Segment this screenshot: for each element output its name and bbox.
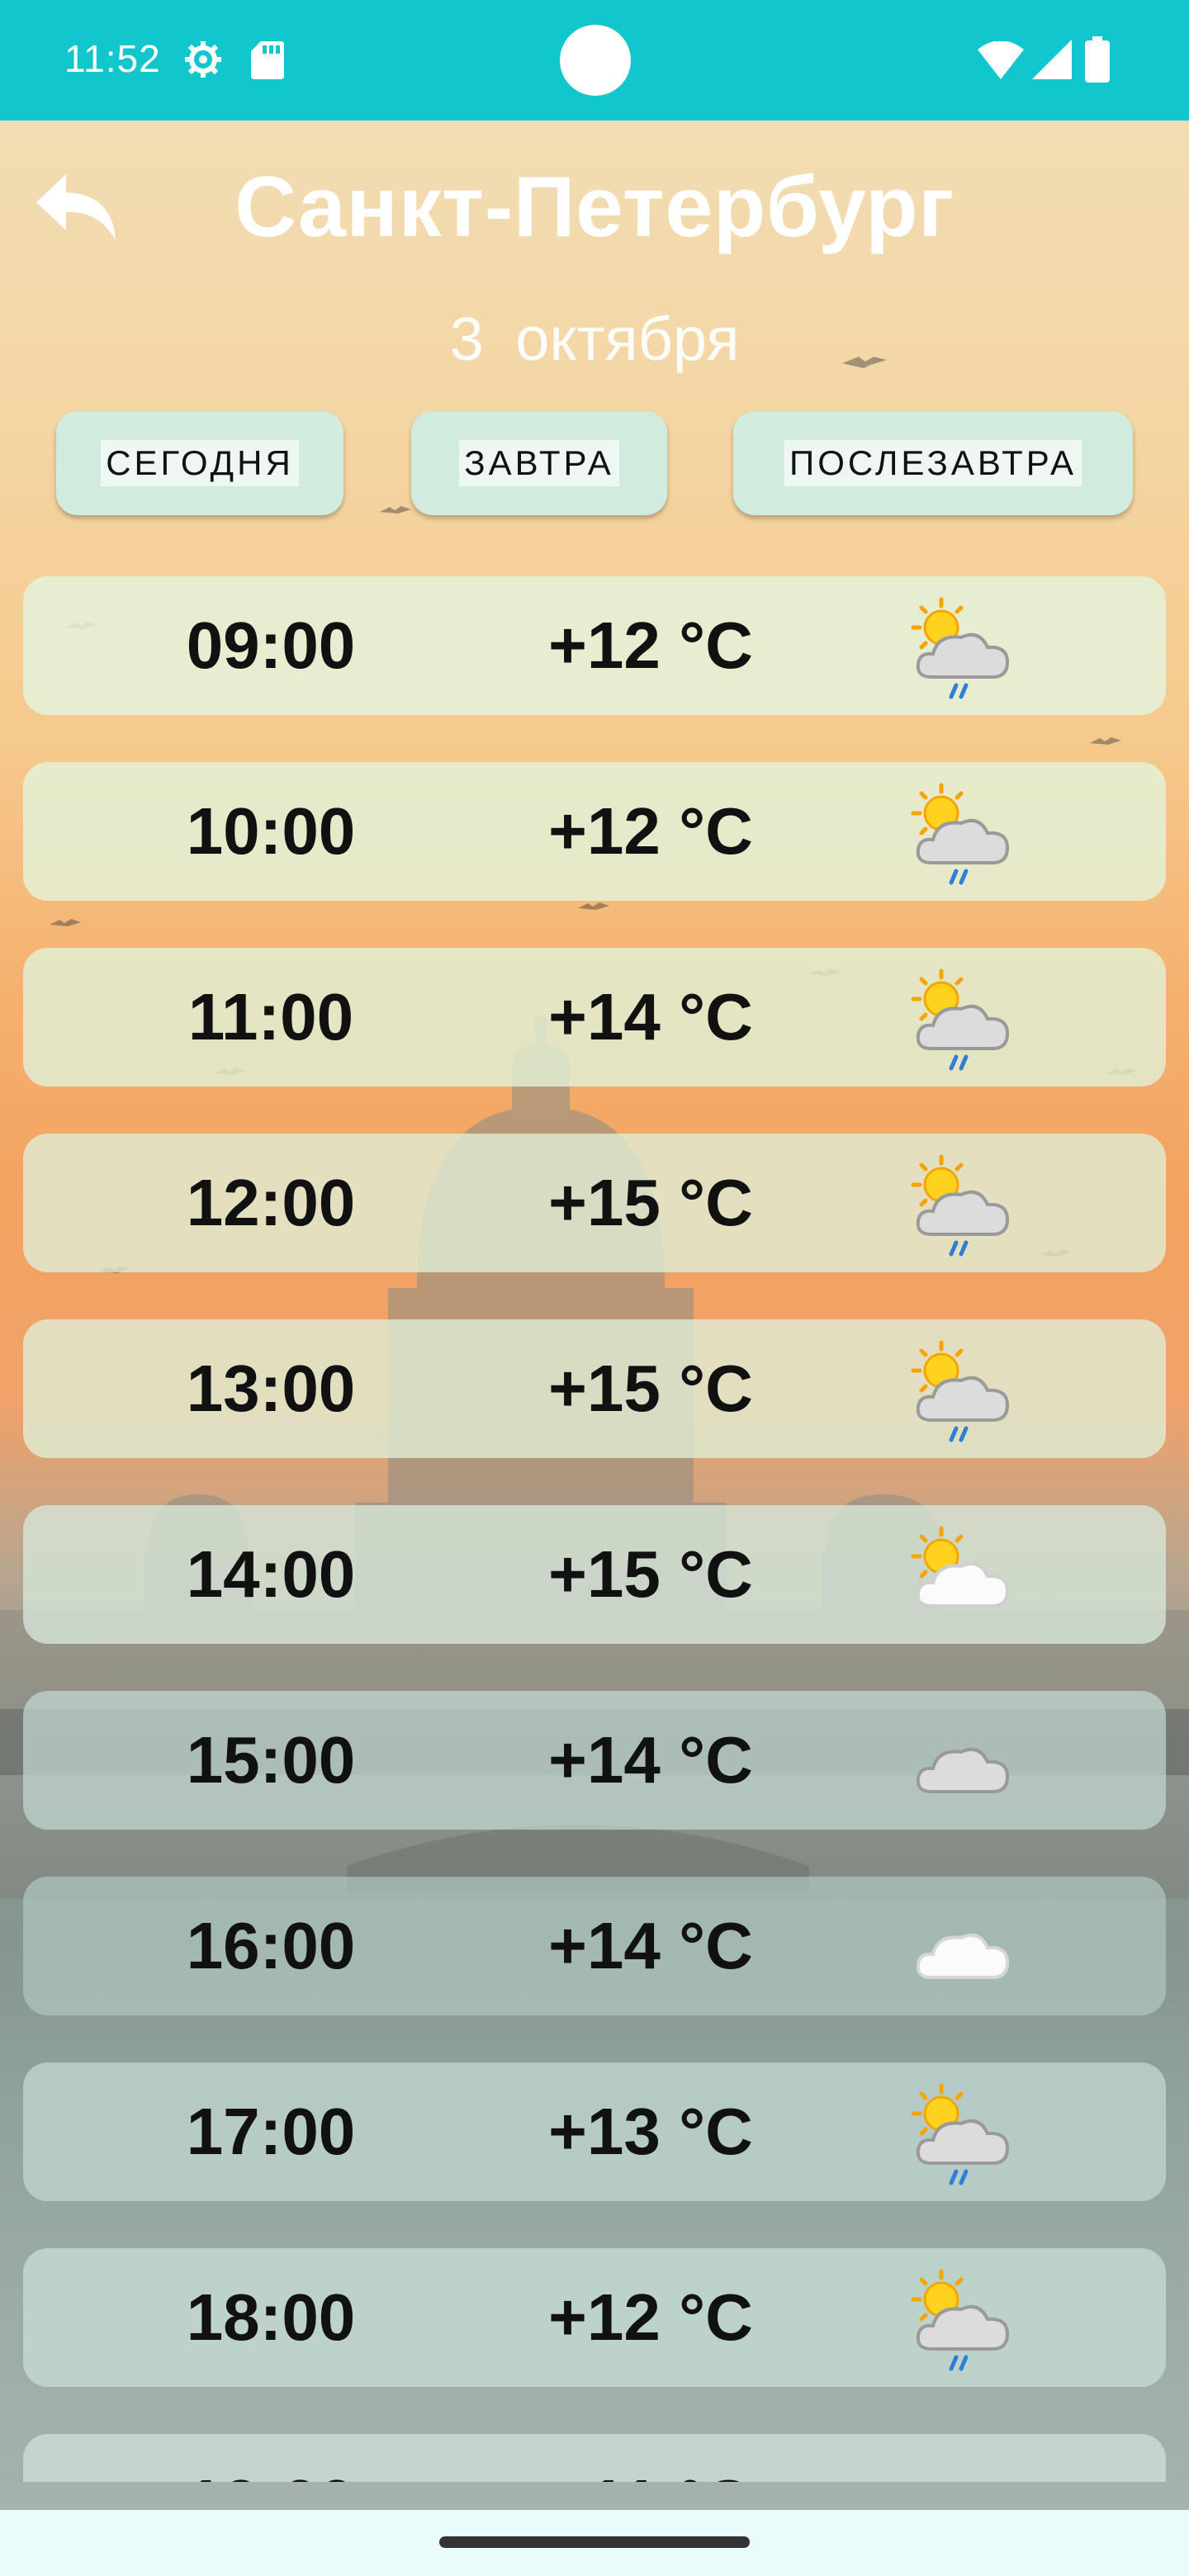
forecast-temperature: +14 °C: [548, 1909, 753, 1982]
tab-today-label: СЕГОДНЯ: [101, 440, 299, 486]
sun-cloud-icon: [911, 1526, 1010, 1608]
forecast-temperature: +15 °C: [548, 1352, 753, 1425]
sun-cloud-rain-icon: [911, 1154, 1010, 1257]
signal-icon: [1032, 40, 1072, 79]
back-arrow-icon[interactable]: [33, 169, 119, 244]
forecast-time: 15:00: [186, 1723, 356, 1797]
forecast-temperature: +12 °C: [548, 794, 753, 868]
forecast-row[interactable]: 10:00 +12 °C: [23, 762, 1166, 901]
forecast-time: 11:00: [187, 980, 354, 1054]
forecast-temperature: +12 °C: [548, 608, 753, 682]
forecast-row[interactable]: 18:00 +12 °C: [23, 2248, 1166, 2387]
forecast-temperature: +13 °C: [548, 2095, 753, 2168]
forecast-temperature: +12 °C: [548, 2280, 753, 2354]
sun-cloud-rain-icon: [911, 783, 1010, 885]
sd-card-icon: [251, 41, 284, 79]
forecast-time: 09:00: [186, 608, 356, 682]
forecast-time: 14:00: [186, 1537, 356, 1611]
forecast-time: 19:00: [23, 2434, 477, 2482]
tab-today[interactable]: СЕГОДНЯ: [56, 411, 343, 515]
sun-cloud-rain-icon: [911, 1340, 1010, 1442]
tab-day-after-label: ПОСЛЕЗАВТРА: [784, 440, 1082, 486]
forecast-temperature: +15 °C: [548, 1537, 753, 1611]
forecast-time: 17:00: [186, 2095, 356, 2168]
forecast-time: 13:00: [186, 1352, 356, 1425]
forecast-time: 10:00: [186, 794, 356, 868]
forecast-list[interactable]: 09:00 +12 °C 10:00 +12 °C 11:00 +14 °C 12:00 +1…: [23, 576, 1166, 2482]
tab-day-after-tomorrow[interactable]: ПОСЛЕЗАВТРА: [733, 411, 1133, 515]
tab-tomorrow-label: ЗАВТРА: [459, 440, 619, 486]
sun-cloud-rain-icon: [911, 2083, 1010, 2185]
forecast-row[interactable]: 14:00 +15 °C: [23, 1505, 1166, 1644]
forecast-row[interactable]: 12:00 +15 °C: [23, 1134, 1166, 1272]
forecast-time: 18:00: [186, 2280, 356, 2354]
sun-cloud-rain-icon: [911, 597, 1010, 699]
battery-icon: [1085, 36, 1110, 83]
cloud-white-icon: [898, 2446, 1022, 2482]
home-gesture-handle[interactable]: [439, 2536, 750, 2548]
forecast-row[interactable]: 19:00+11 °C: [23, 2434, 1166, 2482]
forecast-temperature: +11 °C: [461, 2434, 841, 2482]
forecast-temperature: +15 °C: [548, 1166, 753, 1239]
sun-cloud-rain-icon: [911, 2269, 1010, 2371]
forecast-row[interactable]: 13:00 +15 °C: [23, 1319, 1166, 1458]
status-bar: 11:52: [0, 0, 1189, 121]
date-label: 3 октября: [449, 305, 740, 373]
forecast-row[interactable]: 11:00 +14 °C: [23, 948, 1166, 1087]
forecast-row[interactable]: 17:00 +13 °C: [23, 2062, 1166, 2201]
status-time: 11:52: [64, 37, 161, 80]
gear-icon: [185, 41, 221, 78]
forecast-time: 16:00: [186, 1909, 356, 1982]
wifi-icon: [978, 41, 1024, 79]
cloud-gray-icon: [916, 1748, 1010, 1793]
forecast-time: 12:00: [186, 1166, 356, 1239]
camera-cutout: [560, 25, 631, 96]
forecast-temperature: +14 °C: [548, 980, 753, 1054]
city-title: Санкт-Петербург: [234, 159, 955, 255]
tab-tomorrow[interactable]: ЗАВТРА: [411, 411, 667, 515]
forecast-row[interactable]: 15:00 +14 °C: [23, 1691, 1166, 1830]
forecast-row[interactable]: 16:00 +14 °C: [23, 1877, 1166, 2015]
sun-cloud-rain-icon: [911, 968, 1010, 1071]
forecast-temperature: +14 °C: [548, 1723, 753, 1797]
cloud-white-icon: [916, 1934, 1010, 1979]
forecast-row[interactable]: 09:00 +12 °C: [23, 576, 1166, 715]
navigation-bar: [0, 2510, 1189, 2576]
